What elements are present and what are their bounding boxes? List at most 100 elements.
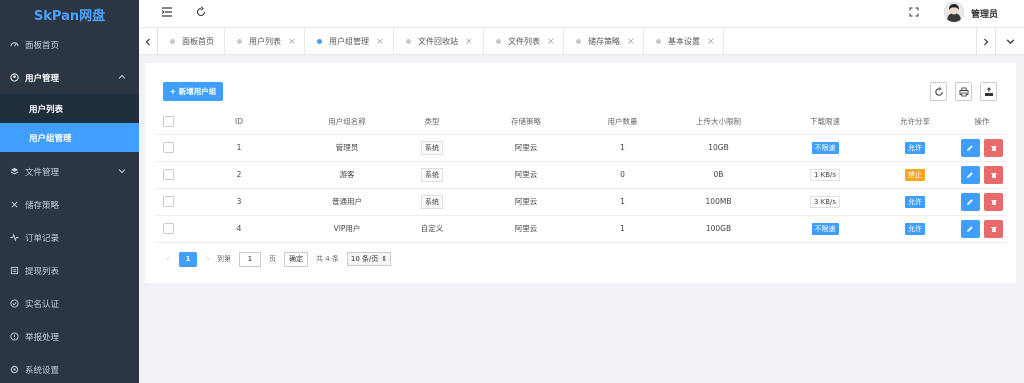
- edit-button[interactable]: [960, 219, 980, 238]
- table-row[interactable]: 1 管理员 系统 阿里云 1 10GB 不限速 允许: [155, 134, 1007, 162]
- tab-user-group-management[interactable]: 用户组管理 ×: [305, 28, 394, 55]
- close-icon[interactable]: ×: [547, 37, 555, 47]
- next-page-button[interactable]: ›: [201, 255, 215, 263]
- tab-basic-settings[interactable]: 基本设置 ×: [644, 28, 724, 55]
- upload-limit-cell: 10GB: [660, 134, 777, 162]
- column-header[interactable]: 存储策略: [467, 110, 585, 135]
- actions-cell: [957, 188, 1007, 216]
- tab-options[interactable]: [995, 28, 1024, 55]
- print-button[interactable]: [955, 82, 972, 101]
- delete-button[interactable]: [984, 192, 1004, 211]
- add-user-group-button[interactable]: + 新增用户组: [163, 82, 223, 101]
- type-text: 自定义: [420, 224, 444, 233]
- close-icon[interactable]: ×: [627, 37, 635, 47]
- user-count-cell: 1: [585, 134, 660, 162]
- tab-dot: [656, 39, 661, 44]
- goto-label: 到第: [217, 255, 231, 263]
- column-header[interactable]: 允许分享: [873, 110, 957, 135]
- close-icon[interactable]: ×: [376, 37, 384, 47]
- download-speed-cell: 不限速: [777, 134, 873, 162]
- current-page[interactable]: 1: [179, 251, 197, 267]
- export-icon: [984, 86, 993, 96]
- user-count-cell: 1: [585, 188, 660, 216]
- chevron-right-icon: [984, 38, 989, 45]
- close-icon[interactable]: ×: [465, 37, 473, 47]
- tab-label: 文件列表: [508, 37, 540, 46]
- sidebar-item-user-group-management[interactable]: 用户组管理: [0, 123, 139, 152]
- column-header: 操作: [957, 110, 1007, 135]
- delete-button[interactable]: [984, 165, 1004, 184]
- column-header[interactable]: 用户数量: [585, 110, 660, 135]
- tab-user-list[interactable]: 用户列表 ×: [225, 28, 305, 55]
- type-cell: 系统: [397, 134, 467, 162]
- sidebar-item-label: 提现列表: [25, 266, 60, 277]
- chevron-left-icon: [145, 38, 150, 45]
- refresh-icon[interactable]: [195, 6, 207, 18]
- actions-cell: [957, 215, 1007, 243]
- tab-dot: [406, 39, 411, 44]
- column-header[interactable]: ID: [181, 110, 297, 135]
- column-header[interactable]: 类型: [397, 110, 467, 135]
- column-header[interactable]: 下载限速: [777, 110, 873, 135]
- tab-label: 基本设置: [668, 37, 700, 46]
- sidebar-item-withdrawals[interactable]: 提现列表: [0, 254, 139, 287]
- row-checkbox[interactable]: [162, 142, 174, 153]
- total-count: 共 4 条: [316, 255, 339, 263]
- refresh-table-button[interactable]: [930, 82, 947, 101]
- tab-recycle-bin[interactable]: 文件回收站 ×: [394, 28, 484, 55]
- refresh-icon: [934, 86, 943, 96]
- close-icon[interactable]: ×: [707, 37, 715, 47]
- sidebar-item-verification[interactable]: 实名认证: [0, 287, 139, 320]
- avatar[interactable]: [944, 2, 964, 22]
- close-icon[interactable]: ×: [288, 37, 296, 47]
- column-header[interactable]: 上传大小限制: [660, 110, 777, 135]
- sidebar-item-label: 实名认证: [25, 299, 60, 310]
- edit-button[interactable]: [960, 192, 980, 211]
- row-checkbox[interactable]: [162, 196, 174, 207]
- sidebar-item-dashboard[interactable]: 面板首页: [0, 28, 139, 61]
- sidebar-item-user-management[interactable]: 用户管理: [0, 61, 139, 94]
- fullscreen-icon[interactable]: [909, 7, 919, 17]
- sidebar-item-label: 订单记录: [25, 233, 60, 244]
- page-size-select[interactable]: 10 条/页 ⇕: [346, 252, 392, 266]
- edit-button[interactable]: [960, 138, 980, 157]
- sidebar-item-label: 系统设置: [25, 365, 60, 376]
- upload-limit-cell: 100MB: [660, 188, 777, 216]
- admin-name[interactable]: 管理员: [971, 7, 998, 20]
- delete-button[interactable]: [984, 219, 1004, 238]
- edit-button[interactable]: [960, 165, 980, 184]
- page-size-value: 10 条/页: [350, 255, 379, 263]
- prev-page-button[interactable]: ‹: [161, 255, 175, 263]
- sidebar-item-file-management[interactable]: 文件管理: [0, 155, 139, 188]
- id-cell: 4: [181, 215, 297, 243]
- tab-scroll-left[interactable]: [139, 28, 158, 55]
- tab-dashboard[interactable]: 面板首页: [158, 28, 225, 55]
- sidebar-item-storage-strategy[interactable]: 储存策略: [0, 188, 139, 221]
- table-row[interactable]: 3 普通用户 系统 阿里云 1 100MB 3 KB/s 允许: [155, 188, 1007, 216]
- table-row[interactable]: 2 游客 系统 阿里云 0 0B 1 KB/s 禁止: [155, 161, 1007, 189]
- confirm-goto-button[interactable]: 确定: [284, 251, 308, 267]
- select-all-checkbox[interactable]: [162, 116, 174, 128]
- tab-storage-strategy[interactable]: 储存策略 ×: [564, 28, 644, 55]
- tab-scroll-right[interactable]: [976, 28, 995, 55]
- group-name-cell: VIP用户: [297, 215, 397, 243]
- sidebar-item-label: 用户列表: [29, 104, 64, 115]
- type-cell: 自定义: [397, 215, 467, 243]
- row-checkbox[interactable]: [162, 223, 174, 234]
- download-speed-cell: 3 KB/s: [777, 188, 873, 216]
- sidebar-item-user-list[interactable]: 用户列表: [0, 94, 139, 123]
- delete-button[interactable]: [984, 138, 1004, 157]
- tab-label: 面板首页: [182, 37, 214, 46]
- download-speed-cell: 1 KB/s: [777, 161, 873, 189]
- menu-fold-icon[interactable]: [161, 6, 173, 18]
- tab-file-list[interactable]: 文件列表 ×: [484, 28, 564, 55]
- table-row[interactable]: 4 VIP用户 自定义 阿里云 1 100GB 不限速 允许: [155, 215, 1007, 243]
- column-header[interactable]: 用户组名称: [297, 110, 397, 135]
- group-name-cell: 游客: [297, 161, 397, 189]
- goto-page-input[interactable]: 1: [239, 251, 261, 267]
- row-checkbox[interactable]: [162, 169, 174, 180]
- sidebar-item-orders[interactable]: 订单记录: [0, 221, 139, 254]
- sidebar-item-reports[interactable]: 举报处理: [0, 320, 139, 353]
- export-button[interactable]: [980, 82, 997, 101]
- sidebar-item-settings[interactable]: 系统设置: [0, 353, 139, 383]
